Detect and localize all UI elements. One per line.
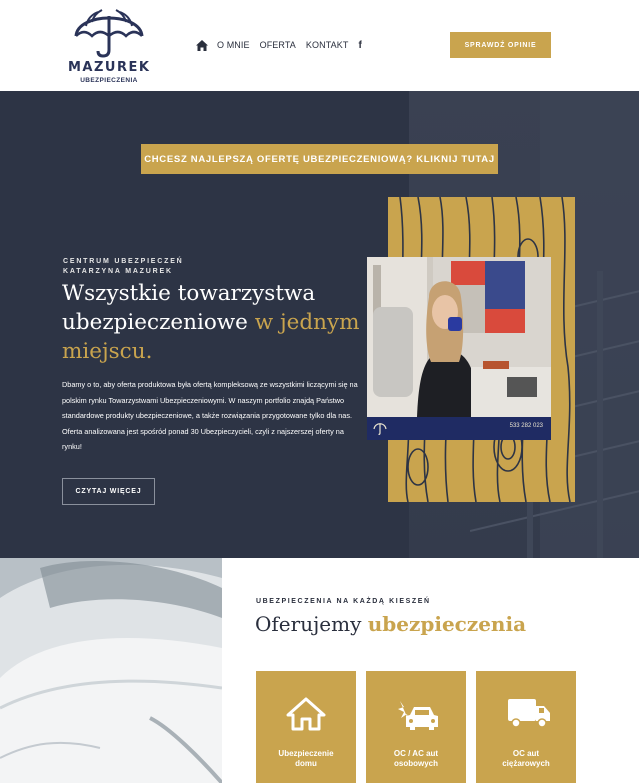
- nav-item-kontakt[interactable]: KONTAKT: [306, 40, 349, 50]
- home-icon[interactable]: [196, 39, 208, 51]
- eyebrow-line-1: CENTRUM UBEZPIECZEŃ: [63, 258, 184, 265]
- house-icon: [286, 697, 326, 731]
- offer-title: Oferujemy ubezpieczenia: [255, 612, 526, 636]
- umbrella-logo-icon: [74, 9, 144, 58]
- card-label-line-2: osobowych: [393, 759, 438, 768]
- site-header: MAZUREK UBEZPIECZENIA O MNIE OFERTA KONT…: [0, 0, 639, 91]
- logo-subtitle: UBEZPIECZENIA: [80, 77, 138, 84]
- facebook-icon[interactable]: f: [358, 40, 361, 51]
- offer-card-truck-insurance[interactable]: OC aut ciężarowych: [476, 671, 576, 783]
- consultant-photo: 533 282 023: [367, 257, 551, 440]
- card-label-line-1: OC aut: [512, 749, 540, 758]
- offer-card-car-insurance[interactable]: OC / AC aut osobowych: [366, 671, 466, 783]
- car-image: [0, 558, 222, 783]
- main-nav: O MNIE OFERTA KONTAKT f: [196, 38, 362, 52]
- offer-title-accent: ubezpieczenia: [367, 612, 527, 636]
- read-more-button[interactable]: CZYTAJ WIĘCEJ: [62, 478, 155, 505]
- offer-card-home-insurance[interactable]: Ubezpieczenie domu: [256, 671, 356, 783]
- nav-item-o-mnie[interactable]: O MNIE: [217, 40, 250, 50]
- nav-item-oferta[interactable]: OFERTA: [260, 40, 296, 50]
- card-label-line-1: Ubezpieczenie: [278, 749, 334, 758]
- logo[interactable]: MAZUREK UBEZPIECZENIA: [68, 2, 150, 88]
- consultant-photo-image: [367, 257, 551, 417]
- eyebrow-line-2: KATARZYNA MAZUREK: [63, 268, 173, 275]
- check-reviews-button[interactable]: SPRAWDŹ OPINIE: [450, 32, 551, 58]
- offer-section: UBEZPIECZENIA NA KAŻDĄ KIESZEŃ Oferujemy…: [222, 558, 639, 783]
- card-label-line-2: domu: [295, 759, 317, 768]
- offer-title-plain: Oferujemy: [255, 612, 362, 636]
- hero-section: CHCESZ NAJLEPSZĄ OFERTĘ UBEZPIECZENIOWĄ?…: [0, 91, 639, 558]
- logo-name: MAZUREK: [68, 60, 151, 75]
- photo-caption-bar: 533 282 023: [367, 417, 551, 440]
- hero-eyebrow: CENTRUM UBEZPIECZEŃ KATARZYNA MAZUREK: [63, 257, 184, 277]
- card-label-line-1: OC / AC aut: [393, 749, 439, 758]
- hero-description: Dbamy o to, aby oferta produktowa była o…: [62, 380, 358, 451]
- hero-title: Wszystkie towarzystwa ubezpieczeniowe w …: [62, 279, 362, 366]
- offer-card-label: Ubezpieczenie domu: [256, 749, 356, 769]
- best-offer-cta-button[interactable]: CHCESZ NAJLEPSZĄ OFERTĘ UBEZPIECZENIOWĄ?…: [141, 144, 498, 174]
- offer-eyebrow: UBEZPIECZENIA NA KAŻDĄ KIESZEŃ: [256, 598, 431, 605]
- offer-card-label: OC aut ciężarowych: [476, 749, 576, 769]
- card-label-line-2: ciężarowych: [502, 759, 550, 768]
- car-photo-image: [0, 558, 222, 783]
- umbrella-small-icon: [373, 423, 387, 435]
- truck-icon: [508, 699, 550, 728]
- car-crash-icon: [398, 701, 438, 730]
- offer-card-label: OC / AC aut osobowych: [366, 749, 466, 769]
- photo-phone-number: 533 282 023: [509, 423, 543, 429]
